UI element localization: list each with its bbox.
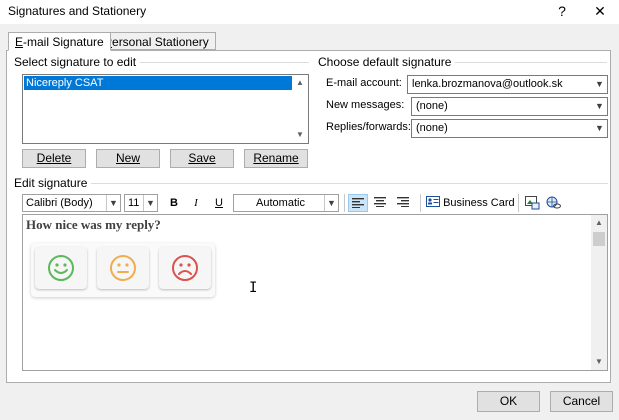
rename-button[interactable]: Rename: [244, 149, 308, 168]
ok-button[interactable]: OK: [477, 391, 540, 412]
rating-faces: [31, 243, 215, 297]
scroll-up-icon[interactable]: ▲: [591, 215, 607, 231]
toolbar-separator: [518, 194, 519, 212]
scroll-down-icon[interactable]: ▼: [292, 127, 308, 143]
email-account-value: lenka.brozmanova@outlook.sk: [412, 78, 563, 90]
underline-button[interactable]: U: [209, 194, 229, 212]
font-color-value: Automatic: [256, 197, 305, 209]
font-color-select[interactable]: Automatic ▼: [233, 194, 339, 212]
chevron-down-icon: ▼: [591, 98, 607, 115]
chevron-down-icon: ▼: [143, 195, 157, 211]
help-button[interactable]: ?: [553, 2, 571, 20]
insert-picture-button[interactable]: [522, 194, 542, 212]
save-label: Save: [188, 151, 216, 165]
toolbar-separator: [420, 194, 421, 212]
save-button[interactable]: Save: [170, 149, 234, 168]
font-name-value: Calibri (Body): [26, 197, 93, 209]
picture-icon: [524, 196, 539, 210]
happy-face-card[interactable]: [35, 247, 87, 289]
signature-heading: How nice was my reply?: [26, 217, 161, 232]
close-button[interactable]: ✕: [590, 2, 610, 20]
text-cursor-icon: I: [249, 280, 258, 296]
neutral-face-card[interactable]: [97, 247, 149, 289]
replies-select[interactable]: (none) ▼: [411, 119, 608, 138]
delete-label: Delete: [36, 151, 72, 165]
align-left-icon: [352, 198, 364, 208]
signature-listbox[interactable]: Nicereply CSAT ▲ ▼: [22, 74, 309, 144]
signature-editor[interactable]: How nice was my reply? ▲ ▼: [22, 214, 608, 371]
chevron-down-icon: ▼: [591, 120, 607, 137]
select-signature-label: Select signature to edit: [14, 55, 141, 69]
tab-email-signature[interactable]: E-mail Signature: [8, 32, 111, 51]
email-account-select[interactable]: lenka.brozmanova@outlook.sk ▼: [407, 75, 608, 94]
business-card-button[interactable]: Business Card: [426, 194, 515, 212]
align-left-button[interactable]: [348, 194, 368, 212]
email-account-label: E-mail account:: [326, 77, 402, 89]
new-messages-select[interactable]: (none) ▼: [411, 97, 608, 116]
new-messages-value: (none): [416, 100, 448, 112]
rename-label: Rename: [253, 151, 299, 165]
window-title: Signatures and Stationery: [8, 4, 147, 18]
font-size-value: 11: [128, 197, 140, 209]
tab-label: ersonal Stationery: [112, 35, 209, 49]
chevron-down-icon: ▼: [324, 195, 338, 211]
sad-face-icon: [172, 255, 198, 281]
title-bar: Signatures and Stationery ? ✕: [0, 0, 619, 24]
toolbar-separator: [344, 194, 345, 212]
tab-label: -mail Signature: [23, 35, 104, 49]
italic-button[interactable]: I: [186, 194, 206, 212]
align-center-button[interactable]: [370, 194, 390, 212]
align-right-icon: [397, 197, 409, 207]
sad-face-card[interactable]: [159, 247, 211, 289]
replies-label: Replies/forwards:: [326, 121, 411, 133]
business-card-label: Business Card: [443, 197, 515, 209]
new-messages-label: New messages:: [326, 99, 405, 111]
font-name-select[interactable]: Calibri (Body) ▼: [22, 194, 121, 212]
listbox-scrollbar[interactable]: ▲ ▼: [292, 75, 308, 143]
tab-accel: E: [15, 35, 24, 49]
chevron-down-icon: ▼: [106, 195, 120, 211]
align-right-button[interactable]: [393, 194, 413, 212]
scroll-down-icon[interactable]: ▼: [591, 354, 607, 370]
align-center-icon: [374, 197, 386, 207]
group-rule: [14, 183, 608, 184]
insert-hyperlink-button[interactable]: [544, 194, 564, 212]
new-button[interactable]: New: [96, 149, 160, 168]
scroll-thumb[interactable]: [593, 232, 605, 246]
font-size-select[interactable]: 11 ▼: [124, 194, 158, 212]
neutral-face-icon: [110, 255, 136, 281]
chevron-down-icon: ▼: [591, 76, 607, 93]
replies-value: (none): [416, 122, 448, 134]
scroll-up-icon[interactable]: ▲: [292, 75, 308, 91]
cancel-button[interactable]: Cancel: [550, 391, 613, 412]
happy-face-icon: [48, 255, 74, 281]
new-label: New: [115, 151, 140, 165]
delete-button[interactable]: Delete: [22, 149, 86, 168]
bold-button[interactable]: B: [164, 194, 184, 212]
editor-scrollbar[interactable]: ▲ ▼: [591, 215, 607, 370]
default-signature-label: Choose default signature: [318, 55, 456, 69]
signature-list-item[interactable]: Nicereply CSAT: [24, 76, 292, 90]
tab-personal-stationery[interactable]: Personal Stationery: [97, 32, 216, 50]
hyperlink-icon: [546, 196, 561, 209]
business-card-icon: [426, 196, 440, 207]
edit-signature-label: Edit signature: [14, 176, 92, 190]
